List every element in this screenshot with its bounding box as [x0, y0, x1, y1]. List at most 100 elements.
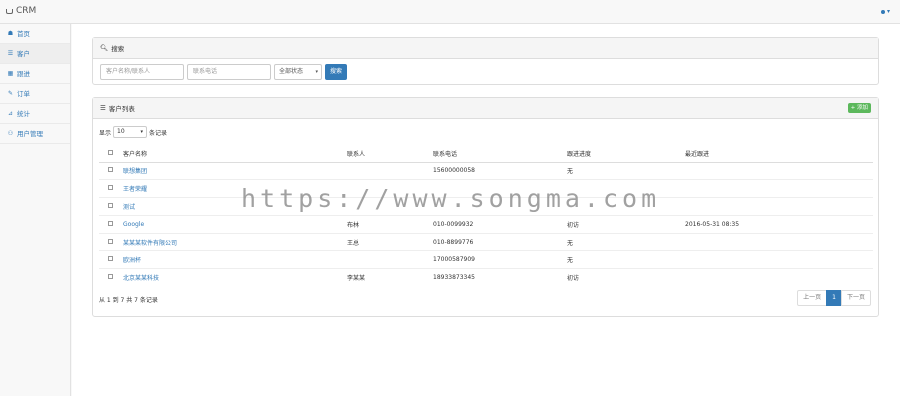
cell-last-follow — [683, 161, 873, 180]
search-heading: 搜索 — [111, 45, 125, 53]
row-select-cell — [99, 232, 121, 251]
length-prefix: 显示 — [99, 129, 112, 137]
row-checkbox[interactable] — [107, 202, 113, 208]
sidebar-item-label: 首页 — [17, 29, 30, 38]
cell-last-follow — [683, 232, 873, 251]
cell-progress: 无 — [565, 250, 683, 269]
row-select-cell — [99, 161, 121, 180]
search-icon: 🔍︎ — [100, 44, 109, 52]
sidebar-item-label: 客户 — [17, 49, 30, 58]
phone-input[interactable]: 联系电话 — [187, 64, 271, 80]
coffee-icon — [6, 8, 13, 14]
customer-link[interactable]: Google — [123, 221, 144, 228]
search-form: 客户名称/联系人 联系电话 全部状态 ▾ 搜索 — [100, 64, 348, 80]
column-header-last-follow[interactable]: 最近跟进 — [683, 145, 873, 163]
customer-link[interactable]: 北京某某科技 — [123, 275, 159, 282]
select-all-cell — [99, 145, 121, 163]
user-icon — [880, 9, 885, 14]
brand-logo[interactable]: CRM — [6, 6, 36, 16]
column-header-contact[interactable]: 联系人 — [345, 145, 431, 163]
table-row: 欧洲杯 17000587909 无 — [99, 250, 873, 269]
chart-icon: ⊿ — [7, 109, 14, 117]
customer-table: 客户名称 联系人 联系电话 跟进进度 最近跟进 联想集团 15600000058… — [99, 145, 873, 287]
page-length-control: 显示 10 ▾ 条记录 — [99, 126, 167, 138]
row-checkbox[interactable] — [107, 238, 113, 244]
list-icon: ☰ — [100, 104, 106, 112]
watermark: https://www.songma.com — [241, 184, 661, 213]
sidebar-item-user-management[interactable]: ⚇ 用户管理 — [0, 124, 70, 144]
cell-name: 北京某某科技 — [121, 268, 345, 287]
cell-contact: 李某某 — [345, 268, 431, 287]
table-row: 北京某某科技 李某某 18933873345 初访 — [99, 268, 873, 287]
cell-phone: 010-0099932 — [431, 214, 565, 234]
page-length-select[interactable]: 10 ▾ — [113, 126, 148, 138]
cell-last-follow — [683, 179, 873, 198]
customer-name-input[interactable]: 客户名称/联系人 — [100, 64, 184, 80]
customer-link[interactable]: 欧洲杯 — [123, 257, 141, 264]
user-menu-toggle[interactable]: ▾ — [880, 8, 890, 15]
sidebar-item-label: 订单 — [17, 89, 30, 98]
sidebar-item-home[interactable]: ☗ 首页 — [0, 24, 70, 44]
cell-phone: 17000587909 — [431, 250, 565, 269]
row-select-cell — [99, 179, 121, 198]
select-all-checkbox[interactable] — [107, 149, 113, 155]
row-select-cell — [99, 250, 121, 269]
row-checkbox[interactable] — [107, 256, 113, 262]
add-customer-button[interactable]: + 添加 — [847, 103, 871, 113]
search-panel-heading: 🔍︎ 搜索 — [93, 38, 878, 59]
row-checkbox[interactable] — [107, 274, 113, 280]
sidebar-item-label: 跟进 — [17, 69, 30, 78]
top-navbar: CRM ▾ — [0, 0, 900, 24]
cell-last-follow — [683, 268, 873, 287]
sidebar-item-customers[interactable]: ☰ 客户 — [0, 44, 70, 64]
cell-contact — [345, 161, 431, 180]
dashboard-icon: ☗ — [7, 29, 14, 37]
cell-last-follow: 2016-05-31 08:35 — [683, 214, 873, 234]
cell-progress: 初访 — [565, 214, 683, 234]
row-checkbox[interactable] — [107, 220, 113, 226]
table-header-row: 客户名称 联系人 联系电话 跟进进度 最近跟进 — [99, 145, 873, 163]
customer-link[interactable]: 联想集团 — [123, 168, 147, 175]
table-row: 某某某软件有限公司 王总 010-8899776 无 — [99, 232, 873, 251]
sidebar-item-label: 用户管理 — [17, 129, 43, 138]
cell-contact — [345, 250, 431, 269]
sidebar-item-orders[interactable]: ✎ 订单 — [0, 84, 70, 104]
user-group-icon: ⚇ — [7, 129, 14, 137]
search-button[interactable]: 搜索 — [325, 64, 348, 80]
cell-phone: 15600000058 — [431, 161, 565, 180]
table-row: Google 布林 010-0099932 初访 2016-05-31 08:3… — [99, 214, 873, 234]
status-select[interactable]: 全部状态 ▾ — [274, 64, 322, 80]
chevron-down-icon: ▾ — [315, 69, 318, 75]
table-row: 联想集团 15600000058 无 — [99, 161, 873, 180]
cell-contact: 王总 — [345, 232, 431, 251]
column-header-progress[interactable]: 跟进进度 — [565, 145, 683, 163]
edit-icon: ✎ — [7, 89, 14, 97]
prev-page-button[interactable]: 上一页 — [797, 290, 828, 306]
cell-last-follow — [683, 197, 873, 216]
next-page-button[interactable]: 下一页 — [840, 290, 871, 306]
table-icon: ▦ — [7, 69, 14, 77]
customer-list-title: 客户列表 — [108, 105, 135, 113]
pagination: 上一页 1 下一页 — [797, 290, 871, 306]
column-header-name[interactable]: 客户名称 — [121, 145, 345, 163]
customer-link[interactable]: 某某某软件有限公司 — [123, 240, 177, 247]
page-1-button[interactable]: 1 — [826, 290, 842, 306]
customer-link[interactable]: 王者荣耀 — [123, 186, 147, 193]
cell-contact: 布林 — [345, 214, 431, 234]
customer-link[interactable]: 测试 — [123, 204, 135, 211]
row-select-cell — [99, 197, 121, 216]
table-info: 从 1 到 7 共 7 条记录 — [99, 297, 158, 304]
cell-progress: 无 — [565, 232, 683, 251]
app-title: CRM — [16, 6, 37, 16]
sidebar-item-followup[interactable]: ▦ 跟进 — [0, 64, 70, 84]
column-header-phone[interactable]: 联系电话 — [431, 145, 565, 163]
row-select-cell — [99, 268, 121, 287]
row-checkbox[interactable] — [107, 167, 113, 173]
chevron-down-icon: ▾ — [140, 129, 144, 135]
row-checkbox[interactable] — [107, 185, 113, 191]
users-icon: ☰ — [7, 49, 14, 57]
sidebar-item-stats[interactable]: ⊿ 统计 — [0, 104, 70, 124]
row-select-cell — [99, 214, 121, 234]
cell-phone: 010-8899776 — [431, 232, 565, 251]
cell-name: 欧洲杯 — [121, 250, 345, 269]
